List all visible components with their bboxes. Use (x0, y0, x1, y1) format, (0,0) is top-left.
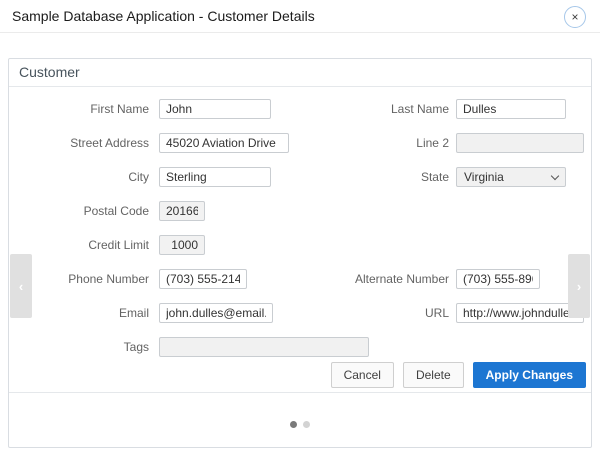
credit-limit-label: Credit Limit (9, 238, 159, 252)
last-name-label: Last Name (309, 102, 456, 116)
state-selected-value: Virginia (464, 170, 504, 184)
last-name-input[interactable] (456, 99, 566, 119)
street-address-label: Street Address (9, 136, 159, 150)
customer-region: Customer ‹ › First Name Last Name Street… (8, 58, 592, 448)
state-select[interactable]: Virginia (456, 167, 566, 187)
close-icon[interactable]: × (564, 6, 586, 28)
tags-label: Tags (9, 340, 159, 354)
postal-code-label: Postal Code (9, 204, 159, 218)
apply-changes-button[interactable]: Apply Changes (473, 362, 586, 388)
carousel-prev-icon[interactable]: ‹ (10, 254, 32, 318)
email-input[interactable] (159, 303, 273, 323)
form-row: Postal Code (9, 201, 591, 221)
customer-details-dialog: Sample Database Application - Customer D… (0, 0, 600, 453)
form-row: Credit Limit (9, 235, 591, 255)
tags-input[interactable] (159, 337, 369, 357)
button-bar: Cancel Delete Apply Changes (9, 362, 591, 388)
url-input[interactable] (456, 303, 584, 323)
region-title: Customer (9, 59, 591, 87)
line2-label: Line 2 (309, 136, 456, 150)
city-input[interactable] (159, 167, 271, 187)
form-row: City State Virginia (9, 167, 591, 187)
url-label: URL (309, 306, 456, 320)
form-row: Street Address Line 2 (9, 133, 591, 153)
form-row: Tags (9, 337, 591, 357)
carousel-next-icon[interactable]: › (568, 254, 590, 318)
line2-input[interactable] (456, 133, 584, 153)
first-name-label: First Name (9, 102, 159, 116)
chevron-down-icon (551, 171, 559, 179)
dialog-header: Sample Database Application - Customer D… (0, 0, 600, 33)
credit-limit-input[interactable] (159, 235, 205, 255)
form-row: Email URL (9, 303, 591, 323)
form-row: First Name Last Name (9, 99, 591, 119)
dialog-title: Sample Database Application - Customer D… (12, 8, 315, 24)
alternate-number-input[interactable] (456, 269, 540, 289)
phone-number-input[interactable] (159, 269, 247, 289)
postal-code-input[interactable] (159, 201, 205, 221)
cancel-button[interactable]: Cancel (331, 362, 394, 388)
form-row: Phone Number Alternate Number (9, 269, 591, 289)
carousel-pagination (9, 392, 591, 447)
carousel-dot-active[interactable] (290, 421, 297, 428)
street-address-input[interactable] (159, 133, 289, 153)
dialog-body: Customer ‹ › First Name Last Name Street… (0, 33, 600, 453)
city-label: City (9, 170, 159, 184)
delete-button[interactable]: Delete (403, 362, 464, 388)
alternate-number-label: Alternate Number (309, 272, 456, 286)
state-label: State (309, 170, 456, 184)
carousel-dot[interactable] (303, 421, 310, 428)
form: First Name Last Name Street Address Line… (9, 87, 591, 394)
first-name-input[interactable] (159, 99, 271, 119)
